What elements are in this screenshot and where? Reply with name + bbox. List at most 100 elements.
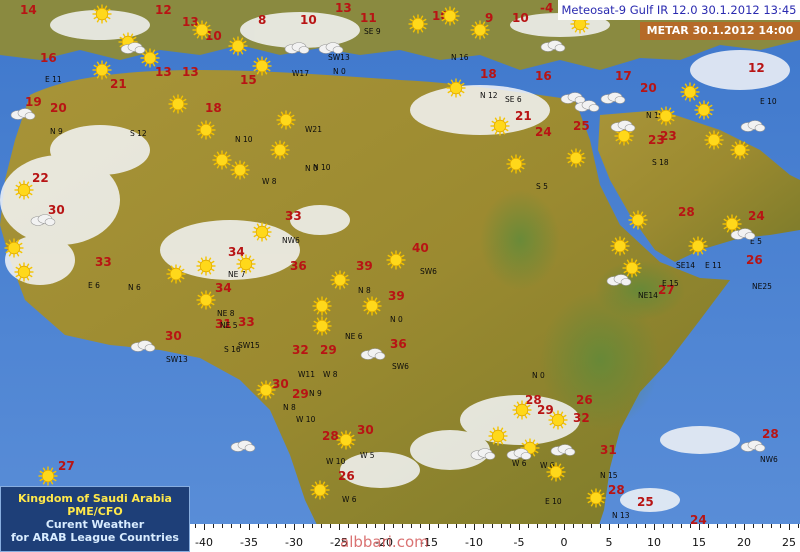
- scale-minor-tick: [627, 524, 628, 528]
- cloud-icon: [506, 448, 532, 460]
- sun-icon: [212, 150, 232, 170]
- wind-label: N 0: [333, 67, 346, 76]
- sun-icon: [168, 94, 188, 114]
- sun-icon: [92, 60, 112, 80]
- sun-icon: [656, 106, 676, 126]
- scale-minor-tick: [285, 524, 286, 528]
- scale-minor-tick: [654, 524, 655, 528]
- sun-icon: [192, 20, 212, 40]
- scale-minor-tick: [645, 524, 646, 528]
- temperature-label: 20: [640, 81, 657, 95]
- temperature-label: 27: [58, 459, 75, 473]
- scale-minor-tick: [573, 524, 574, 528]
- scale-minor-tick: [537, 524, 538, 528]
- cloud-icon: [360, 348, 386, 360]
- temperature-label: 39: [388, 289, 405, 303]
- temperature-label: 24: [535, 125, 552, 139]
- sun-icon: [730, 140, 750, 160]
- temperature-label: 28: [678, 205, 695, 219]
- wind-label: N 8: [283, 403, 296, 412]
- wind-label: N 13: [612, 511, 630, 520]
- scale-tick-label: -40: [195, 536, 213, 549]
- scale-minor-tick: [762, 524, 763, 528]
- sun-icon: [610, 236, 630, 256]
- scale-minor-tick: [258, 524, 259, 528]
- cloud-icon: [30, 214, 56, 226]
- info-box: Kingdom of Saudi Arabia PME/CFO Curent W…: [0, 486, 190, 552]
- cloud-icon: [284, 42, 310, 54]
- scale-minor-tick: [411, 524, 412, 528]
- sun-icon: [252, 222, 272, 242]
- temperature-label: 12: [748, 61, 765, 75]
- temperature-label: 40: [412, 241, 429, 255]
- scale-minor-tick: [357, 524, 358, 528]
- scale-minor-tick: [780, 524, 781, 528]
- wind-label: E 15: [662, 279, 679, 288]
- wind-label: W 8: [323, 370, 338, 379]
- scale-minor-tick: [726, 524, 727, 528]
- temperature-label: 18: [480, 67, 497, 81]
- cloud-icon: [606, 274, 632, 286]
- scale-minor-tick: [447, 524, 448, 528]
- sun-icon: [270, 140, 290, 160]
- temperature-label: 26: [746, 253, 763, 267]
- temperature-label: 11: [360, 11, 377, 25]
- wind-label: N 15: [600, 471, 618, 480]
- scale-minor-tick: [591, 524, 592, 528]
- temperature-label: 28: [762, 427, 779, 441]
- scale-minor-tick: [672, 524, 673, 528]
- temperature-label: 30: [357, 423, 374, 437]
- wind-label: NE14: [638, 291, 658, 300]
- info-line-2: PME/CFO: [67, 505, 123, 518]
- scale-minor-tick: [744, 524, 745, 528]
- wind-label: E 11: [705, 261, 722, 270]
- scale-minor-tick: [429, 524, 430, 528]
- scale-minor-tick: [609, 524, 610, 528]
- temperature-label: 10: [300, 13, 317, 27]
- scale-minor-tick: [222, 524, 223, 528]
- cloud-icon: [550, 444, 576, 456]
- temperature-label: 29: [320, 343, 337, 357]
- temperature-label: 36: [390, 337, 407, 351]
- sun-icon: [4, 238, 24, 258]
- wind-label: N 6: [128, 283, 141, 292]
- cloud-icon: [740, 440, 766, 452]
- sun-icon: [446, 78, 466, 98]
- wind-label: N 12: [480, 91, 498, 100]
- cloud-icon: [610, 120, 636, 132]
- sun-icon: [312, 316, 332, 336]
- scale-minor-tick: [366, 524, 367, 528]
- sun-icon: [440, 6, 460, 26]
- temperature-label: 17: [615, 69, 632, 83]
- wind-label: SE14: [676, 261, 696, 270]
- sun-icon: [196, 290, 216, 310]
- wind-label: S 12: [130, 129, 147, 138]
- wind-label: W21: [305, 125, 322, 134]
- cloud-icon: [730, 228, 756, 240]
- wind-label: N 9: [309, 389, 322, 398]
- cloud-icon: [318, 42, 344, 54]
- temperature-label: 20: [50, 101, 67, 115]
- wind-label: W 5: [360, 451, 375, 460]
- sun-icon: [628, 210, 648, 230]
- wind-label: W 8: [262, 177, 277, 186]
- scale-minor-tick: [240, 524, 241, 528]
- scale-minor-tick: [663, 524, 664, 528]
- sun-icon: [694, 100, 714, 120]
- scale-minor-tick: [717, 524, 718, 528]
- scale-minor-tick: [771, 524, 772, 528]
- scale-minor-tick: [204, 524, 205, 528]
- wind-label: SW6: [420, 267, 437, 276]
- sun-icon: [386, 250, 406, 270]
- sun-icon: [330, 270, 350, 290]
- scale-minor-tick: [519, 524, 520, 528]
- sun-icon: [548, 410, 568, 430]
- wind-label: W 6: [512, 459, 527, 468]
- sun-icon: [14, 262, 34, 282]
- scale-minor-tick: [735, 524, 736, 528]
- scale-minor-tick: [195, 524, 196, 528]
- temperature-label: 8: [258, 13, 267, 27]
- scale-minor-tick: [474, 524, 475, 528]
- sun-icon: [704, 130, 724, 150]
- wind-label: S 18: [652, 158, 669, 167]
